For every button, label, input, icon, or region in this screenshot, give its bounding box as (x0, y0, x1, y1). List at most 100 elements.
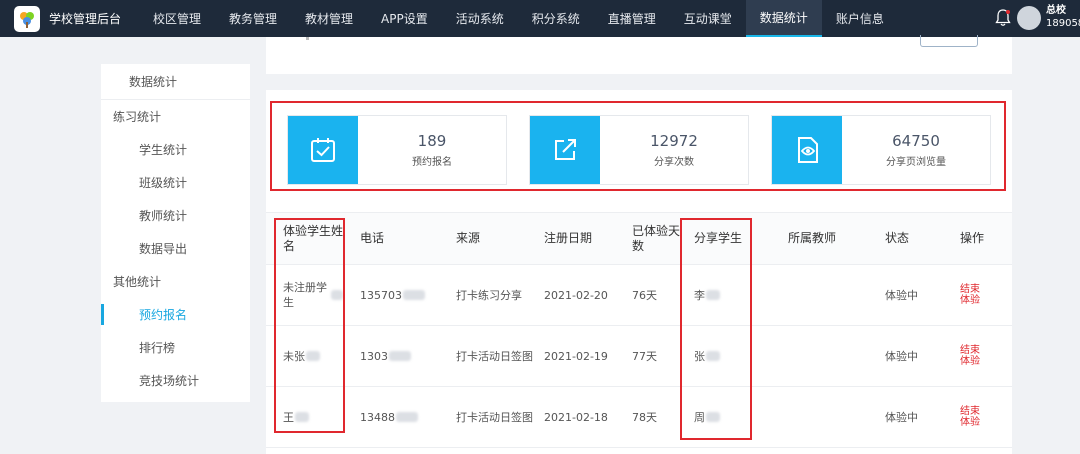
appointment-table: 体验学生姓名 电话 来源 注册日期 已体验天数 分享学生 所属教师 状态 操作 未注册学生 135… (266, 212, 1012, 448)
sidebar-group-0: 练习统计 (113, 110, 162, 124)
cell-text: 体验中 (885, 349, 918, 363)
cell-days: 78天 (632, 387, 682, 447)
sidebar-item-0-0[interactable]: 学生统计 (101, 133, 250, 166)
nav-item-2[interactable]: 教材管理 (291, 0, 367, 37)
cell-text: 体验中 (885, 288, 918, 302)
user-name: 总校 (1046, 5, 1066, 16)
top-nav: 学校管理后台 校区管理 教务管理 教材管理 APP设置 活动系统 积分系统 直播管理 互动课堂… (0, 0, 1080, 37)
nav-item-6[interactable]: 直播管理 (594, 0, 670, 37)
cell-days: 77天 (632, 326, 682, 386)
stat-label: 分享次数 (654, 157, 694, 168)
stat-card-2: 64750 分享页浏览量 (771, 115, 991, 185)
stat-card-1: 12972 分享次数 (529, 115, 749, 185)
sidebar-item-1-1[interactable]: 排行榜 (101, 331, 250, 364)
divider (306, 37, 309, 40)
cell-op[interactable]: 结束体验 (960, 387, 1010, 447)
cell-text: 1303 (360, 349, 388, 363)
redacted-mask (389, 351, 411, 361)
cell-phone: 13488 (360, 387, 450, 447)
cell-phone: 1303 (360, 326, 450, 386)
cell-text: 2021-02-19 (544, 349, 608, 363)
header-action: 操作 (960, 231, 985, 245)
share-arrow-icon (530, 116, 600, 184)
table-row: 未注册学生 135703 打卡练习分享 2021-02-20 76天李体验中 结束体验 (266, 265, 1012, 326)
cell-text: 78天 (632, 410, 657, 424)
nav-item-8[interactable]: 数据统计 (745, 0, 822, 37)
sidebar-item-0-1[interactable]: 班级统计 (101, 166, 250, 199)
sidebar-group-1: 其他统计 (113, 275, 162, 289)
cell-days: 76天 (632, 265, 682, 325)
cell-text: 打卡练习分享 (456, 288, 522, 302)
stat-label: 预约报名 (412, 157, 452, 168)
main-panel: 189 预约报名 12972 分享次数 64750 分享页浏览量 体验学生姓名 电话 来源 注册… (266, 90, 1012, 454)
search-button[interactable] (920, 35, 978, 47)
table-row: 未张 1303 打卡活动日签图 2021-02-19 77天张体验中 结束体验 (266, 326, 1012, 387)
sharer-highlight-box (680, 218, 752, 440)
stat-value: 189 (417, 132, 447, 150)
sidebar-item-1-0[interactable]: 预约报名 (101, 298, 250, 331)
cell-text: 135703 (360, 288, 402, 302)
cell-date: 2021-02-19 (544, 326, 624, 386)
cell-text: 2021-02-18 (544, 410, 608, 424)
sidebar-item-0-2[interactable]: 教师统计 (101, 199, 250, 232)
nav-item-9[interactable]: 账户信息 (822, 0, 898, 37)
stat-body: 12972 分享次数 (600, 116, 748, 184)
student-name-highlight-box (274, 218, 345, 433)
header-status: 状态 (885, 231, 910, 245)
nav-item-5[interactable]: 积分系统 (518, 0, 594, 37)
nav-item-0[interactable]: 校区管理 (139, 0, 215, 37)
end-trial-link[interactable]: 结束体验 (960, 345, 982, 367)
cell-date: 2021-02-18 (544, 387, 624, 447)
cell-text: 打卡活动日签图 (456, 349, 533, 363)
cell-text: 76天 (632, 288, 657, 302)
cell-status: 体验中 (885, 265, 955, 325)
filter-card (266, 35, 1012, 74)
table-header: 体验学生姓名 电话 来源 注册日期 已体验天数 分享学生 所属教师 状态 操作 (266, 212, 1012, 265)
cell-status: 体验中 (885, 326, 955, 386)
calendar-check-icon (288, 116, 358, 184)
stat-card-0: 189 预约报名 (287, 115, 507, 185)
cell-teacher (788, 387, 878, 447)
stat-label: 分享页浏览量 (886, 157, 946, 168)
table-row: 王 13488 打卡活动日签图 2021-02-18 78天周体验中 结束体验 (266, 387, 1012, 448)
header-reg-date: 注册日期 (544, 231, 593, 245)
cell-text: 打卡活动日签图 (456, 410, 533, 424)
nav-item-1[interactable]: 教务管理 (215, 0, 291, 37)
sidebar-item-0-3[interactable]: 数据导出 (101, 232, 250, 265)
avatar[interactable] (1017, 6, 1041, 30)
nav-item-7[interactable]: 互动课堂 (670, 0, 746, 37)
cell-op[interactable]: 结束体验 (960, 326, 1010, 386)
stat-value: 64750 (892, 132, 940, 150)
sidebar-item-1-2[interactable]: 竞技场统计 (101, 364, 250, 397)
end-trial-link[interactable]: 结束体验 (960, 284, 982, 306)
eye-icon (772, 116, 842, 184)
end-trial-link[interactable]: 结束体验 (960, 406, 982, 428)
sidebar: 数据统计 练习统计学生统计 班级统计 教师统计 数据导出其他统计预约报名 排行榜 竞技场统… (101, 64, 250, 402)
header-phone: 电话 (360, 231, 385, 245)
user-info[interactable]: 总校 189058 (1046, 4, 1080, 30)
nav-item-4[interactable]: 活动系统 (442, 0, 518, 37)
redacted-mask (396, 412, 418, 422)
redacted-mask (403, 290, 425, 300)
user-phone: 189058 (1046, 18, 1080, 29)
cell-teacher (788, 265, 878, 325)
cell-source: 打卡活动日签图 (456, 387, 536, 447)
nav-item-3[interactable]: APP设置 (367, 0, 442, 37)
bell-icon[interactable] (995, 9, 1011, 27)
table-body: 未注册学生 135703 打卡练习分享 2021-02-20 76天李体验中 结束体验 未张… (266, 265, 1012, 448)
app-logo-icon[interactable] (14, 5, 40, 32)
cell-op[interactable]: 结束体验 (960, 265, 1010, 325)
cell-teacher (788, 326, 878, 386)
cell-text: 2021-02-20 (544, 288, 608, 302)
cell-phone: 135703 (360, 265, 450, 325)
sidebar-title[interactable]: 数据统计 (101, 64, 250, 100)
cell-source: 打卡活动日签图 (456, 326, 536, 386)
brand-title[interactable]: 学校管理后台 (49, 10, 139, 27)
header-days: 已体验天数 (632, 223, 681, 253)
header-teacher: 所属教师 (788, 231, 837, 245)
cell-text: 13488 (360, 410, 395, 424)
nav-menu: 校区管理 教务管理 教材管理 APP设置 活动系统 积分系统 直播管理 互动课堂 数据统计 账户信… (139, 0, 898, 37)
cell-date: 2021-02-20 (544, 265, 624, 325)
stat-value: 12972 (650, 132, 698, 150)
cell-source: 打卡练习分享 (456, 265, 536, 325)
